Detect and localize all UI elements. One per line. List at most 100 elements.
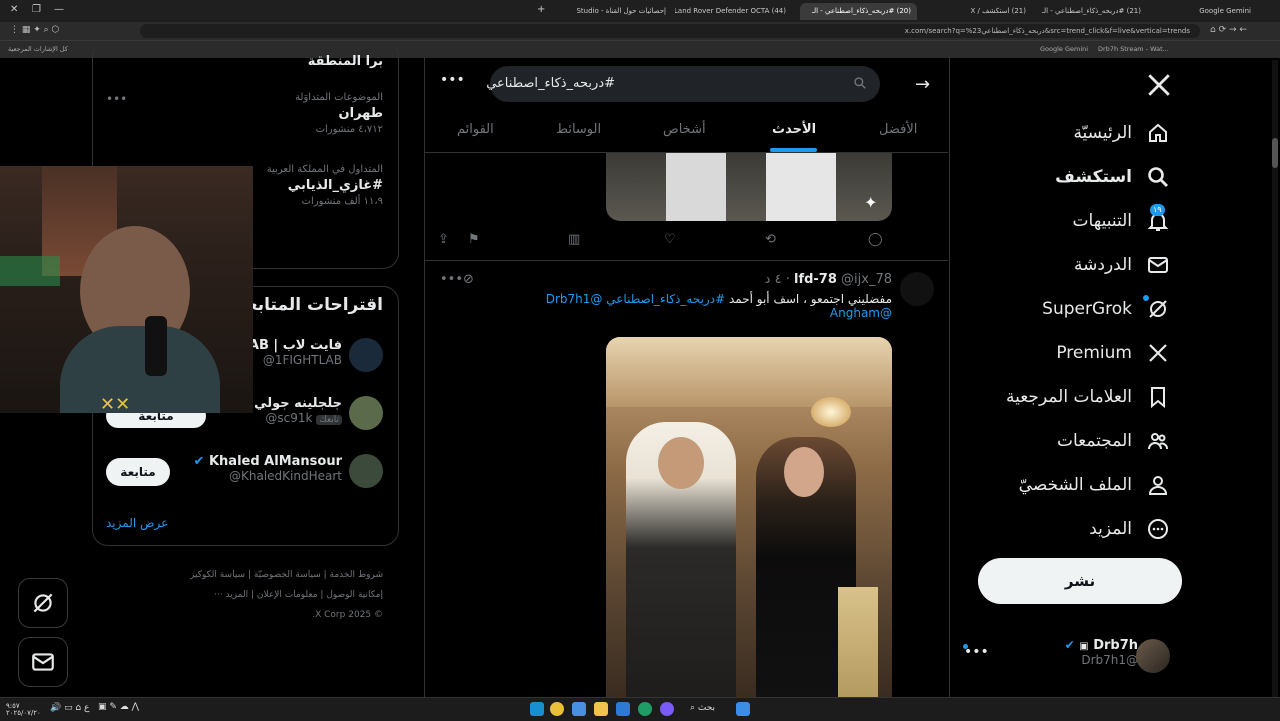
tab-lists[interactable]: القوائم [457,122,494,137]
taskbar-search[interactable]: ⌕ بحث [690,703,715,713]
sidebar-item-label: المزيد [1089,519,1132,539]
sidebar-item-label: الملف الشخصيّ [1018,475,1132,495]
show-more-link[interactable]: عرض المزيد [106,516,168,530]
sidebar-item-premium[interactable]: Premium [1056,341,1170,365]
follow-button[interactable]: متابعة [106,458,170,486]
bookmark-stream[interactable]: Drb7h Stream - Wat... [1098,45,1169,53]
sidebar-item-communities[interactable]: المجتمعات [1057,429,1170,453]
bookmark-icon[interactable]: ⚑ [468,232,480,247]
sidebar-item-more[interactable]: المزيد [1089,517,1170,541]
retweet-icon[interactable]: ⟲ [765,232,776,247]
share-icon[interactable]: ⇪ [438,232,449,247]
bookmark-all[interactable]: كل الإشارات المرجعية [8,45,68,53]
views-icon[interactable]: ▥ [568,232,580,247]
footer-link[interactable]: إمكانية الوصول [326,590,383,600]
tab-search-active[interactable]: (20) #دربحه_ذكاء_اصطناعي - الـ [800,3,917,20]
footer-links: شروط الخدمة | سياسة الخصوصيّة | سياسة ال… [190,570,383,620]
search-query: #دربحه_ذكاء_اصطناعي [486,76,615,91]
windows-start-icon[interactable] [736,702,750,716]
grok-float-button[interactable] [18,578,68,628]
image-face [658,437,704,489]
app-icon[interactable] [660,702,674,716]
steam-icon[interactable] [530,702,544,716]
trend-item[interactable]: الموضوعات المتداوَلة طهران ٤،٧١٢ منشورات [140,92,383,135]
tab-latest[interactable]: الأحدث [772,122,816,137]
scrollbar[interactable] [1272,60,1278,697]
bookmark-icon [1151,387,1165,409]
hashtag-link[interactable]: #دربحه_ذكاء_اصطناعي [606,292,725,306]
chandelier-icon [811,397,851,427]
suggestion-handle: @sc91k [265,411,313,425]
sidebar-item-notifications[interactable]: ١٩ التنبيهات [1073,204,1170,233]
messages-float-button[interactable] [18,637,68,687]
image-face [784,447,824,497]
address-bar[interactable]: x.com/search?q=%23دربحه_ذكاء_اصطناعي&src… [140,24,1200,38]
account-switcher[interactable]: ••• Drb7h ▣ ✔ @Drb7h1 [960,636,1182,680]
app-icon[interactable] [572,702,586,716]
tweet-image[interactable] [606,337,892,697]
language-indicator[interactable]: ع [84,703,89,713]
x-logo-icon[interactable] [1146,72,1172,102]
more-dots-icon[interactable]: ••• [440,272,463,287]
mention-link[interactable]: @Drb7h1 [546,292,603,306]
post-button[interactable]: نشر [978,558,1182,604]
reply-icon[interactable]: ◯ [868,232,883,247]
tweet-body: مفضليني اجتمعو ، اسف أبو أحمد [728,292,892,306]
tab-search-2[interactable]: (21) #دربحه_ذكاء_اصطناعي - الـ [1035,3,1147,20]
mention-link[interactable]: @Angham [830,306,892,320]
folder-icon[interactable] [594,702,608,716]
sidebar-item-explore[interactable]: استكشف [1055,165,1170,189]
system-tray-icons[interactable]: 🔊 ▭ ⌂ [50,703,81,713]
tab-top[interactable]: الأفضل [879,122,917,137]
footer-link[interactable]: المزيد ··· [214,590,248,600]
tweet-author-name[interactable]: lfd-78 [794,272,837,287]
copyright: © 2025 X Corp. [312,610,383,620]
sidebar-item-label: Premium [1056,343,1132,363]
tweet-handle[interactable]: @ijx_78 [841,272,892,287]
avatar[interactable] [349,338,383,372]
search-options-icon[interactable]: ••• [440,72,465,88]
tab-people[interactable]: أشخاص [663,122,706,137]
tray-overflow-icon[interactable]: ▣ ✎ ☁ ⋀ [98,702,139,712]
bookmark-gemini[interactable]: Google Gemini [1040,45,1088,53]
like-icon[interactable]: ♡ [664,232,676,247]
tab-youtube[interactable]: (44) Land Rover Defender OCTA [675,3,792,20]
unread-dot [963,644,968,649]
tab-gemini[interactable]: Google Gemini [1150,3,1257,20]
minimize-window-icon[interactable]: — [54,4,64,15]
tab-explore[interactable]: (21) استكشف / X [920,3,1032,20]
sidebar-item-profile[interactable]: الملف الشخصيّ [1019,473,1170,497]
footer-link[interactable]: معلومات الإعلان [257,590,318,600]
tab-media[interactable]: الوسائط [556,122,601,137]
close-window-icon[interactable]: ✕ [10,4,18,15]
extension-icons[interactable]: ⋮ ▦ ✦ ⌕ ⬡ [10,25,59,35]
footer-link[interactable]: سياسة الكوكيز [190,570,245,580]
sidebar-item-supergrok[interactable]: SuperGrok [1042,295,1170,321]
avatar[interactable] [1136,639,1170,673]
scrollbar-thumb[interactable] [1272,138,1278,168]
tweet-time[interactable]: ٤ د [765,272,782,287]
avatar[interactable] [349,454,383,488]
restore-window-icon[interactable]: ❐ [32,4,41,15]
sidebar-item-messages[interactable]: الدردشة [1074,253,1170,277]
nav-buttons[interactable]: ⌂ ⟳ → ← [1210,25,1247,35]
footer-link[interactable]: سياسة الخصوصيّة [254,570,321,580]
sidebar-item-bookmarks[interactable]: العلامات المرجعية [1006,385,1170,409]
chrome-icon[interactable] [550,702,564,716]
unread-dot [1143,295,1149,301]
suggestion-item[interactable]: ✔ Khaled AlMansour @KhaledKindHeart [150,454,342,483]
avatar[interactable] [900,272,934,306]
avatar[interactable] [349,396,383,430]
edge-icon[interactable] [638,702,652,716]
clock[interactable]: ٩:٥٧ ٢٠٢٥/٠٧/٢٠ [6,703,41,717]
tab-studio[interactable]: إحصائيات حول القناة - Studio [560,3,672,20]
tweet-image-previous[interactable]: ✦ [606,153,892,221]
search-input[interactable]: #دربحه_ذكاء_اصطناعي [486,66,880,102]
grok-icon[interactable]: ⊘ [463,272,474,287]
new-tab-icon[interactable]: + [537,4,545,15]
footer-link[interactable]: شروط الخدمة [330,570,383,580]
more-dots-icon[interactable]: ••• [106,92,127,106]
steam-icon[interactable] [616,702,630,716]
back-arrow-icon[interactable]: → [915,74,930,95]
sidebar-item-home[interactable]: الرئيسيّة [1073,121,1170,145]
